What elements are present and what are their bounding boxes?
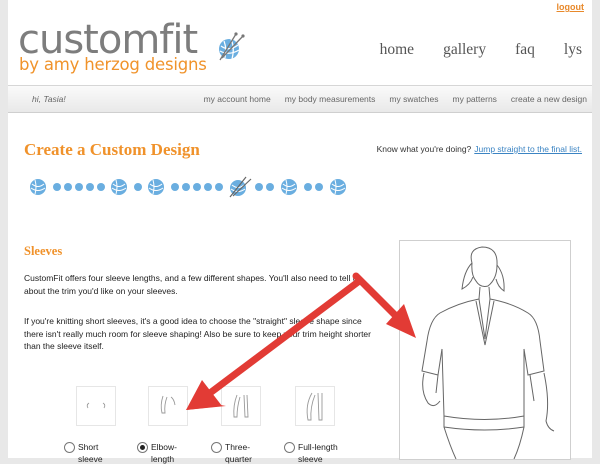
- option-label: Three-: [225, 442, 251, 452]
- greeting: hi, Tasia!: [32, 94, 66, 104]
- subnav-my-body-measurements[interactable]: my body measurements: [285, 94, 376, 104]
- skip-prompt-text: Know what you're doing?: [376, 144, 472, 154]
- radio-full-length[interactable]: [284, 442, 295, 453]
- short-sleeve-note: If you're knitting short sleeves, it's a…: [24, 316, 371, 351]
- option-label-line2: length: [151, 454, 175, 464]
- progress-step-current: [229, 176, 252, 198]
- subnav-my-swatches[interactable]: my swatches: [389, 94, 438, 104]
- option-label: Elbow-: [151, 442, 177, 452]
- option-label-line2: sleeve: [298, 454, 323, 464]
- sleeve-icon: [306, 392, 323, 421]
- page: logout customfit by amy herzog designs h…: [8, 0, 592, 464]
- sleeve-three-quarter-image[interactable]: [221, 386, 261, 426]
- subnav-create-new-design[interactable]: create a new design: [511, 94, 587, 104]
- sleeve-option-three-quarter[interactable]: Three- quarter: [211, 442, 252, 464]
- progress-dots-2: [134, 183, 142, 191]
- sleeve-option-elbow[interactable]: Elbow- length: [137, 442, 177, 464]
- sleeve-option-short[interactable]: Short sleeve: [64, 442, 103, 464]
- progress-step-6: [330, 179, 346, 195]
- subnav-my-patterns[interactable]: my patterns: [453, 94, 497, 104]
- nav-lys[interactable]: lys: [564, 41, 582, 59]
- sweater-preview: [399, 240, 571, 460]
- progress-step-5: [281, 179, 297, 195]
- option-label: Short: [78, 442, 99, 452]
- sleeve-icon: [233, 394, 249, 418]
- design-progress-indicator: [30, 176, 346, 198]
- logo-tagline: by amy herzog designs: [19, 55, 207, 74]
- option-label: Full-length: [298, 442, 338, 452]
- progress-step-1: [30, 179, 46, 195]
- nav-faq[interactable]: faq: [515, 41, 535, 59]
- section-heading: Sleeves: [24, 244, 63, 258]
- intro-paragraph: CustomFit offers four sleeve lengths, an…: [24, 273, 362, 296]
- logo[interactable]: customfit by amy herzog designs: [18, 17, 248, 77]
- sleeve-full-length-image[interactable]: [295, 386, 335, 426]
- radio-elbow-selected[interactable]: [137, 442, 148, 453]
- logo-wordmark: customfit: [18, 17, 198, 63]
- subnav-my-account-home[interactable]: my account home: [204, 94, 271, 104]
- jump-to-final-link[interactable]: Jump straight to the final list.: [474, 144, 582, 154]
- radio-three-quarter[interactable]: [211, 442, 222, 453]
- option-label-line2: sleeve: [78, 454, 103, 464]
- skip-prompt: Know what you're doing? Jump straight to …: [377, 144, 582, 154]
- sleeve-short-image[interactable]: [76, 386, 116, 426]
- progress-step-2: [111, 179, 127, 195]
- account-subnav: hi, Tasia! my account home my body measu…: [8, 85, 592, 113]
- main-nav: home gallery faq lys: [351, 41, 582, 59]
- sweater-sketch: [421, 246, 555, 460]
- sleeve-option-full-length[interactable]: Full-length sleeve: [284, 442, 338, 464]
- page-title: Create a Custom Design: [24, 140, 200, 159]
- progress-dots-1: [53, 183, 105, 191]
- yarn-ball-needles-icon: [219, 32, 245, 61]
- sleeve-elbow-image[interactable]: [148, 386, 188, 426]
- logout-link[interactable]: logout: [557, 2, 585, 12]
- progress-dots-4: [255, 183, 274, 191]
- radio-short[interactable]: [64, 442, 75, 453]
- progress-dots-3: [171, 183, 223, 191]
- progress-step-3: [148, 179, 164, 195]
- sleeve-icon: [160, 395, 176, 414]
- sleeve-icon: [86, 402, 106, 409]
- progress-dots-5: [304, 183, 323, 191]
- nav-home[interactable]: home: [380, 41, 414, 59]
- option-label-line2: quarter: [225, 454, 252, 464]
- nav-gallery[interactable]: gallery: [443, 41, 486, 59]
